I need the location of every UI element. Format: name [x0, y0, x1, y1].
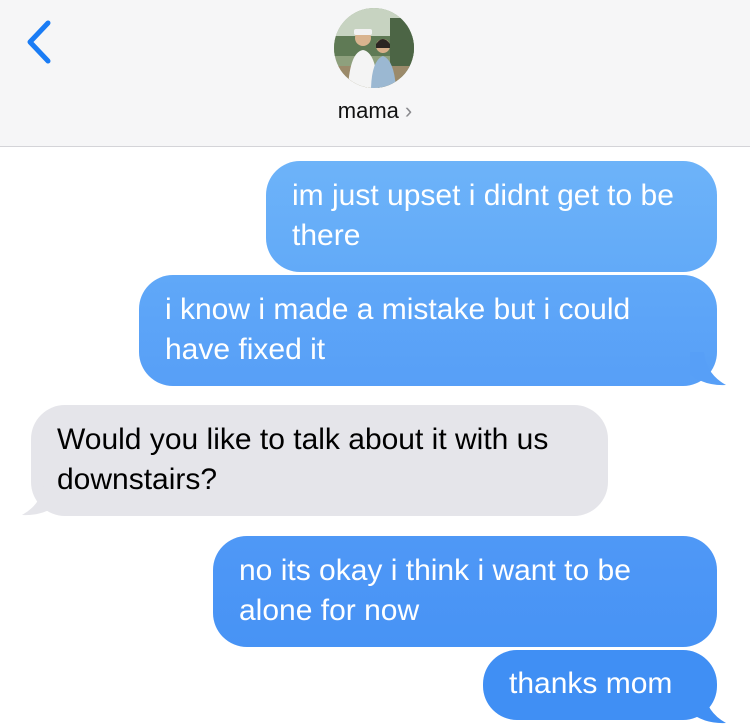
message-text: no its okay i think i want to be alone f… — [239, 554, 631, 627]
message-text: im just upset i didnt get to be there — [292, 179, 674, 252]
bubble-tail — [22, 482, 58, 516]
bubble-tail — [690, 352, 726, 386]
chevron-left-icon — [27, 20, 51, 64]
message-bubble-outgoing[interactable]: i know i made a mistake but i could have… — [139, 275, 717, 386]
message-text: i know i made a mistake but i could have… — [165, 293, 631, 366]
contact-name-button[interactable]: mama › — [0, 96, 750, 126]
contact-photo — [334, 8, 414, 88]
message-bubble-outgoing[interactable]: no its okay i think i want to be alone f… — [213, 536, 717, 647]
message-text: thanks mom — [509, 667, 673, 700]
contact-name: mama — [337, 98, 399, 123]
message-text: Would you like to talk about it with us … — [57, 423, 549, 496]
bubble-tail — [690, 690, 726, 724]
message-bubble-outgoing[interactable]: im just upset i didnt get to be there — [266, 161, 717, 272]
avatar[interactable] — [334, 8, 414, 88]
message-bubble-outgoing[interactable]: thanks mom — [483, 650, 717, 720]
back-button[interactable] — [18, 18, 62, 66]
message-bubble-incoming[interactable]: Would you like to talk about it with us … — [31, 405, 608, 516]
conversation-header: mama › — [0, 0, 750, 147]
chevron-right-icon: › — [404, 98, 413, 123]
